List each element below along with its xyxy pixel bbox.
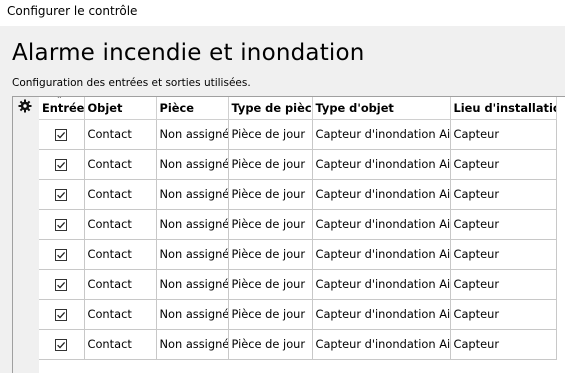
cell-entree bbox=[39, 239, 85, 270]
cell-type-piece[interactable]: Pièce de jour bbox=[228, 269, 313, 300]
column-header-entree[interactable]: ⌃ Entrée bbox=[39, 97, 85, 120]
row-header-gutter bbox=[13, 97, 39, 373]
column-header-objet[interactable]: Objet bbox=[84, 97, 157, 120]
cell-entree bbox=[39, 179, 85, 210]
entree-checkbox[interactable] bbox=[55, 218, 68, 231]
cell-type-objet[interactable]: Capteur d'inondation Air bbox=[312, 329, 451, 360]
cell-type-objet[interactable]: Capteur d'inondation Air bbox=[312, 239, 451, 270]
checkmark-icon bbox=[57, 221, 66, 229]
cell-objet[interactable]: Contact bbox=[84, 299, 157, 330]
cell-entree bbox=[39, 269, 85, 300]
entree-checkbox[interactable] bbox=[55, 128, 68, 141]
cell-type-piece[interactable]: Pièce de jour bbox=[228, 119, 313, 150]
checkmark-icon bbox=[57, 131, 66, 139]
cell-lieu[interactable]: Capteur bbox=[450, 239, 557, 270]
column-header-label: Type d'objet bbox=[315, 100, 394, 115]
cell-type-piece[interactable]: Pièce de jour bbox=[228, 239, 313, 270]
cell-entree bbox=[39, 209, 85, 240]
cell-objet[interactable]: Contact bbox=[84, 269, 157, 300]
cell-type-objet[interactable]: Capteur d'inondation Air bbox=[312, 119, 451, 150]
cell-lieu[interactable]: Capteur bbox=[450, 179, 557, 210]
cell-lieu[interactable]: Capteur bbox=[450, 329, 557, 360]
cell-piece[interactable]: Non assigné bbox=[156, 239, 229, 270]
cell-objet[interactable]: Contact bbox=[84, 239, 157, 270]
cell-lieu[interactable]: Capteur bbox=[450, 209, 557, 240]
entree-checkbox[interactable] bbox=[55, 338, 68, 351]
cell-type-objet[interactable]: Capteur d'inondation Air bbox=[312, 209, 451, 240]
cell-lieu[interactable]: Capteur bbox=[450, 299, 557, 330]
cell-type-piece[interactable]: Pièce de jour bbox=[228, 179, 313, 210]
entree-checkbox[interactable] bbox=[55, 248, 68, 261]
cell-objet[interactable]: Contact bbox=[84, 329, 157, 360]
table-row[interactable]: Contact Non assigné Pièce de jour Capteur d… bbox=[39, 179, 557, 210]
main-panel: Alarme incendie et inondation Configurat… bbox=[0, 26, 565, 373]
cell-type-piece[interactable]: Pièce de jour bbox=[228, 329, 313, 360]
checkmark-icon bbox=[57, 311, 66, 319]
cell-entree bbox=[39, 119, 85, 150]
cell-objet[interactable]: Contact bbox=[84, 179, 157, 210]
cell-piece[interactable]: Non assigné bbox=[156, 269, 229, 300]
cell-objet[interactable]: Contact bbox=[84, 119, 157, 150]
checkmark-icon bbox=[57, 161, 66, 169]
cell-piece[interactable]: Non assigné bbox=[156, 119, 229, 150]
cell-type-objet[interactable]: Capteur d'inondation Air bbox=[312, 299, 451, 330]
column-header-type-piece[interactable]: Type de pièce bbox=[228, 97, 313, 120]
io-grid: ⌃ Entrée Objet Pièce Type de pièce Type … bbox=[12, 96, 565, 373]
table-row[interactable]: Contact Non assigné Pièce de jour Capteur d… bbox=[39, 119, 557, 150]
entree-checkbox[interactable] bbox=[55, 188, 68, 201]
sort-ascending-icon: ⌃ bbox=[56, 97, 63, 104]
cell-type-objet[interactable]: Capteur d'inondation Air bbox=[312, 179, 451, 210]
cell-piece[interactable]: Non assigné bbox=[156, 209, 229, 240]
table-row[interactable]: Contact Non assigné Pièce de jour Capteur d… bbox=[39, 299, 557, 330]
column-header-label: Pièce bbox=[159, 100, 194, 115]
table-row[interactable]: Contact Non assigné Pièce de jour Capteur d… bbox=[39, 239, 557, 270]
entree-checkbox[interactable] bbox=[55, 158, 68, 171]
column-header-label: Type de pièce bbox=[231, 100, 312, 115]
cell-piece[interactable]: Non assigné bbox=[156, 149, 229, 180]
checkmark-icon bbox=[57, 341, 66, 349]
page-title: Alarme incendie et inondation bbox=[12, 40, 365, 66]
cell-type-piece[interactable]: Pièce de jour bbox=[228, 299, 313, 330]
page-subtitle: Configuration des entrées et sorties uti… bbox=[12, 77, 251, 89]
cell-objet[interactable]: Contact bbox=[84, 149, 157, 180]
table-row[interactable]: Contact Non assigné Pièce de jour Capteur d… bbox=[39, 269, 557, 300]
cell-piece[interactable]: Non assigné bbox=[156, 299, 229, 330]
column-header-label: Entrée bbox=[42, 100, 84, 115]
column-header-piece[interactable]: Pièce bbox=[156, 97, 229, 120]
checkmark-icon bbox=[57, 251, 66, 259]
column-header-type-objet[interactable]: Type d'objet bbox=[312, 97, 451, 120]
cell-lieu[interactable]: Capteur bbox=[450, 269, 557, 300]
table-header-row: ⌃ Entrée Objet Pièce Type de pièce Type … bbox=[39, 97, 557, 120]
cell-type-objet[interactable]: Capteur d'inondation Air bbox=[312, 269, 451, 300]
checkmark-icon bbox=[57, 191, 66, 199]
cell-type-objet[interactable]: Capteur d'inondation Air bbox=[312, 149, 451, 180]
cell-entree bbox=[39, 329, 85, 360]
io-table: ⌃ Entrée Objet Pièce Type de pièce Type … bbox=[39, 97, 557, 360]
cell-type-piece[interactable]: Pièce de jour bbox=[228, 209, 313, 240]
gear-icon[interactable] bbox=[18, 99, 32, 113]
table-row[interactable]: Contact Non assigné Pièce de jour Capteur d… bbox=[39, 329, 557, 360]
title-bar: Configurer le contrôle bbox=[0, 0, 565, 26]
cell-lieu[interactable]: Capteur bbox=[450, 119, 557, 150]
entree-checkbox[interactable] bbox=[55, 308, 68, 321]
cell-piece[interactable]: Non assigné bbox=[156, 329, 229, 360]
cell-lieu[interactable]: Capteur bbox=[450, 149, 557, 180]
cell-entree bbox=[39, 299, 85, 330]
cell-type-piece[interactable]: Pièce de jour bbox=[228, 149, 313, 180]
cell-objet[interactable]: Contact bbox=[84, 209, 157, 240]
entree-checkbox[interactable] bbox=[55, 278, 68, 291]
table-row[interactable]: Contact Non assigné Pièce de jour Capteur d… bbox=[39, 149, 557, 180]
column-header-label: Lieu d'installation bbox=[453, 100, 556, 115]
checkmark-icon bbox=[57, 281, 66, 289]
cell-piece[interactable]: Non assigné bbox=[156, 179, 229, 210]
window-title: Configurer le contrôle bbox=[7, 4, 138, 18]
table-row[interactable]: Contact Non assigné Pièce de jour Capteur d… bbox=[39, 209, 557, 240]
column-header-lieu[interactable]: Lieu d'installation bbox=[450, 97, 557, 120]
column-header-label: Objet bbox=[87, 100, 123, 115]
cell-entree bbox=[39, 149, 85, 180]
